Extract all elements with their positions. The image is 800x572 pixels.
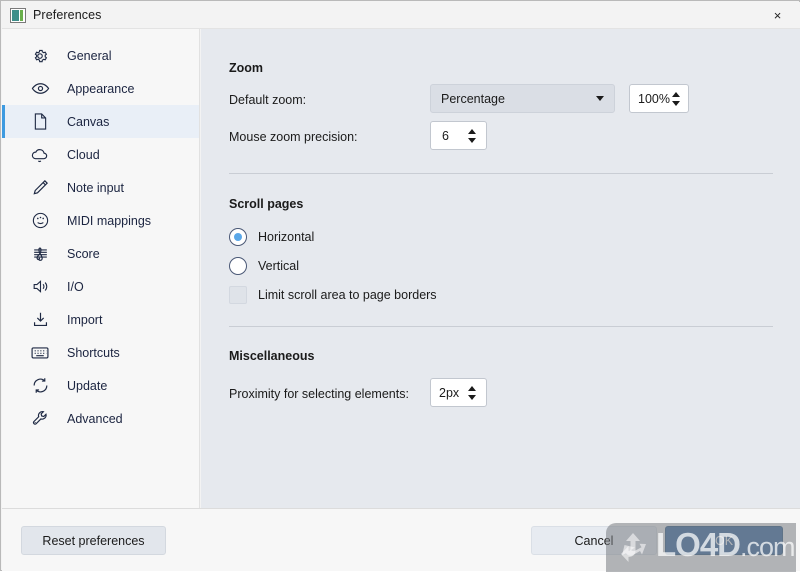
sidebar-item-midi-mappings[interactable]: MIDI mappings <box>2 204 199 237</box>
page-icon <box>30 112 50 132</box>
clef-icon <box>30 244 50 264</box>
preferences-window: Preferences × General Appearance Canvas … <box>0 0 800 572</box>
mouse-zoom-precision-spinner[interactable]: 6 <box>430 121 487 150</box>
mouse-zoom-precision-label: Mouse zoom precision: <box>229 130 358 144</box>
zoom-percent-value: 100% <box>638 91 670 106</box>
limit-scroll-checkbox[interactable] <box>229 286 247 304</box>
limit-scroll-checkbox-row[interactable]: Limit scroll area to page borders <box>229 286 437 304</box>
stepper-down-icon[interactable] <box>468 394 476 400</box>
sidebar-item-label: Score <box>67 246 100 261</box>
download-icon <box>30 310 50 330</box>
radio-horizontal-label: Horizontal <box>258 230 315 244</box>
sidebar-item-canvas[interactable]: Canvas <box>2 105 199 138</box>
sidebar-item-advanced[interactable]: Advanced <box>2 402 199 435</box>
eye-icon <box>30 79 50 99</box>
zoom-percent-spinner[interactable]: 100% <box>629 84 689 113</box>
default-zoom-label: Default zoom: <box>229 93 307 107</box>
keyboard-icon <box>30 343 50 363</box>
sidebar-item-label: Appearance <box>67 81 135 96</box>
title-bar: Preferences × <box>2 2 800 29</box>
miscellaneous-section-title: Miscellaneous <box>229 349 315 363</box>
precision-stepper[interactable] <box>464 122 486 149</box>
chevron-down-icon <box>596 96 604 101</box>
radio-vertical-label: Vertical <box>258 259 299 273</box>
watermark-text: LO4D.com <box>656 526 796 564</box>
sidebar-item-label: Import <box>67 312 103 327</box>
sidebar-item-cloud[interactable]: Cloud <box>2 138 199 171</box>
proximity-label: Proximity for selecting elements: <box>229 387 409 401</box>
sidebar-item-shortcuts[interactable]: Shortcuts <box>2 336 199 369</box>
sidebar-item-label: General <box>67 48 112 63</box>
sidebar-item-label: Canvas <box>67 114 110 129</box>
stepper-down-icon[interactable] <box>468 137 476 143</box>
limit-scroll-label: Limit scroll area to page borders <box>258 288 437 302</box>
radio-vertical-indicator[interactable] <box>229 257 247 275</box>
sidebar-item-import[interactable]: Import <box>2 303 199 336</box>
stepper-up-icon[interactable] <box>671 91 680 97</box>
sidebar: General Appearance Canvas Cloud Note inp… <box>2 29 200 508</box>
sidebar-item-note-input[interactable]: Note input <box>2 171 199 204</box>
stepper-up-icon[interactable] <box>468 385 476 391</box>
radio-horizontal[interactable]: Horizontal <box>229 228 314 246</box>
proximity-value: 2px <box>439 385 460 400</box>
proximity-spinner[interactable]: 2px <box>430 378 487 407</box>
sidebar-item-appearance[interactable]: Appearance <box>2 72 199 105</box>
sidebar-item-io[interactable]: I/O <box>2 270 199 303</box>
close-icon[interactable]: × <box>755 2 800 28</box>
sidebar-item-label: Note input <box>67 180 124 195</box>
sidebar-item-label: Cloud <box>67 147 100 162</box>
midi-icon <box>30 211 50 231</box>
speaker-icon <box>30 277 50 297</box>
proximity-stepper[interactable] <box>464 379 486 406</box>
cloud-icon <box>30 145 50 165</box>
watermark-brand: LO4D <box>656 526 741 563</box>
stepper-down-icon[interactable] <box>671 100 680 106</box>
scroll-pages-section-title: Scroll pages <box>229 197 304 211</box>
window-title: Preferences <box>33 8 102 22</box>
radio-vertical[interactable]: Vertical <box>229 257 299 275</box>
app-icon <box>10 7 26 23</box>
sidebar-item-update[interactable]: Update <box>2 369 199 402</box>
watermark-suffix: .com <box>740 532 796 562</box>
sidebar-item-score[interactable]: Score <box>2 237 199 270</box>
sidebar-item-general[interactable]: General <box>2 39 199 72</box>
sidebar-item-label: I/O <box>67 279 84 294</box>
pencil-icon <box>30 178 50 198</box>
zoom-section-title: Zoom <box>229 61 264 75</box>
sidebar-item-label: Update <box>67 378 108 393</box>
wrench-icon <box>30 409 50 429</box>
section-divider <box>229 326 773 327</box>
default-zoom-value: Percentage <box>441 91 505 106</box>
recycle-arrows-icon <box>613 529 653 567</box>
zoom-percent-stepper[interactable] <box>670 85 688 112</box>
default-zoom-dropdown[interactable]: Percentage <box>430 84 615 113</box>
watermark-overlay: LO4D.com <box>606 523 796 572</box>
stepper-up-icon[interactable] <box>468 128 476 134</box>
sidebar-item-label: Shortcuts <box>67 345 120 360</box>
radio-horizontal-indicator[interactable] <box>229 228 247 246</box>
refresh-icon <box>30 376 50 396</box>
section-divider <box>229 173 773 174</box>
gear-icon <box>30 46 50 66</box>
reset-preferences-button[interactable]: Reset preferences <box>21 526 166 555</box>
settings-pane: Zoom Default zoom: Percentage 100% Mouse… <box>201 29 800 508</box>
mouse-zoom-precision-value: 6 <box>442 128 449 143</box>
sidebar-item-label: Advanced <box>67 411 123 426</box>
sidebar-item-label: MIDI mappings <box>67 213 152 228</box>
